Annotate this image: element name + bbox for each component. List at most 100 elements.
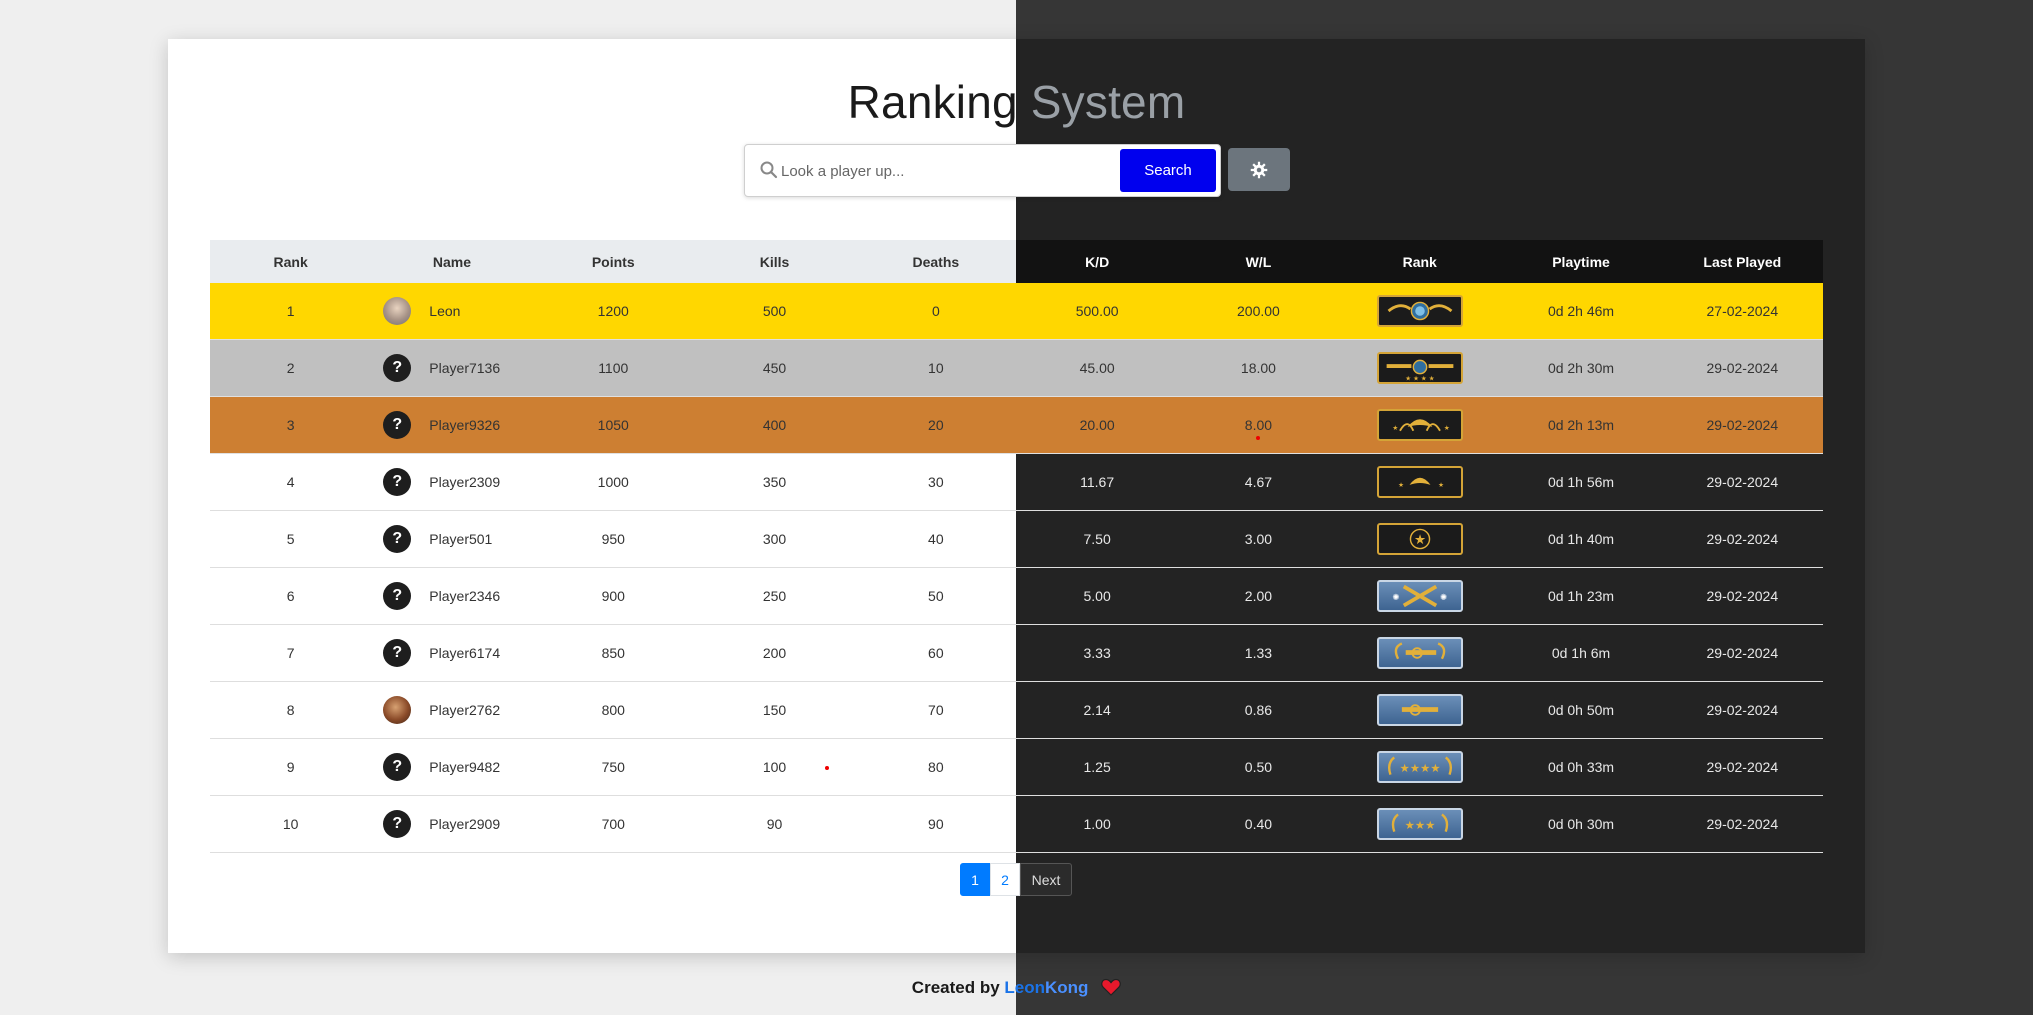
- player-name[interactable]: Player9482: [429, 759, 500, 775]
- cell-rank: 3: [210, 397, 372, 453]
- rank-emblem-icon: [1401, 704, 1438, 716]
- svg-text:★ ★ ★ ★: ★ ★ ★ ★: [1405, 374, 1434, 382]
- col-rank[interactable]: Rank: [210, 240, 372, 283]
- cell-deaths: 20: [855, 397, 1017, 453]
- col-last-played[interactable]: Last Played: [1661, 240, 1823, 283]
- col-points[interactable]: Points: [532, 240, 694, 283]
- search-button[interactable]: Search: [1120, 149, 1216, 192]
- col-playtime[interactable]: Playtime: [1500, 240, 1662, 283]
- author-link[interactable]: LeonKong: [1004, 978, 1088, 997]
- cell-rank: 10: [210, 796, 372, 852]
- page-1-button[interactable]: 1: [960, 863, 990, 896]
- cell-rank-badge: ★ ★: [1339, 454, 1501, 510]
- cell-deaths: 70: [855, 682, 1017, 738]
- table-row[interactable]: 1 Leon 1200 500 0 500.00 200.00 0d 2h 46m 27-02-…: [210, 283, 1823, 340]
- table-row[interactable]: 3? Player9326 1050 400 20 20.00 8.00 ★ ★ 0d 2h 13…: [210, 397, 1823, 454]
- table-row[interactable]: 4? Player2309 1000 350 30 11.67 4.67 ★ ★ 0d 1h 56…: [210, 454, 1823, 511]
- cell-kd: 5.00: [1016, 568, 1178, 624]
- player-name[interactable]: Player2309: [429, 474, 500, 490]
- cell-playtime: 0d 0h 33m: [1500, 739, 1662, 795]
- cell-points: 1200: [532, 283, 694, 339]
- cell-wl: 200.00: [1177, 283, 1340, 339]
- avatar[interactable]: ?: [383, 354, 412, 382]
- table-row[interactable]: 7? Player6174 850 200 60 3.33 1.33 0d 1h 6m 29-0…: [210, 625, 1823, 682]
- player-name[interactable]: Player6174: [429, 645, 500, 661]
- cell-name: Player2762: [371, 682, 533, 738]
- cell-points: 800: [532, 682, 694, 738]
- col-wl[interactable]: W/L: [1177, 240, 1340, 283]
- cell-rank: 1: [210, 283, 372, 339]
- table-body: 1 Leon 1200 500 0 500.00 200.00 0d 2h 46m 27-02-…: [210, 283, 1823, 853]
- avatar[interactable]: ?: [383, 411, 412, 439]
- rank-emblem-icon: ★ ★: [1392, 419, 1450, 432]
- cell-rank-badge: ★ ★ ★ ★: [1339, 340, 1501, 396]
- cell-wl: 1.33: [1177, 625, 1340, 681]
- rank-emblem-icon: [1387, 301, 1453, 321]
- player-name[interactable]: Player501: [429, 531, 492, 547]
- col-kills[interactable]: Kills: [693, 240, 856, 283]
- svg-text:★: ★: [1444, 424, 1450, 432]
- player-name[interactable]: Player7136: [429, 360, 500, 376]
- cell-last-played: 29-02-2024: [1661, 625, 1823, 681]
- rank-emblem-icon: ✺ ✺: [1392, 584, 1448, 608]
- cell-name: ? Player9326: [371, 397, 533, 453]
- col-name[interactable]: Name: [371, 240, 533, 283]
- page-2-button[interactable]: 2: [990, 863, 1020, 896]
- cell-points: 1100: [532, 340, 694, 396]
- table-row[interactable]: 5? Player501 950 300 40 7.50 3.00 ★ 0d 1h 40m 29-…: [210, 511, 1823, 568]
- rank-emblem-icon: ★ ★: [1398, 477, 1444, 489]
- cell-wl: 0.40: [1177, 796, 1340, 852]
- cell-rank: 4: [210, 454, 372, 510]
- cell-rank: 2: [210, 340, 372, 396]
- player-name[interactable]: Player9326: [429, 417, 500, 433]
- page-title: Ranking System: [168, 75, 1865, 129]
- table-row[interactable]: 2? Player7136 1100 450 10 45.00 18.00 ★ ★ ★ ★ 0d…: [210, 340, 1823, 397]
- cell-rank: 8: [210, 682, 372, 738]
- avatar[interactable]: [383, 696, 412, 724]
- avatar[interactable]: ?: [383, 810, 412, 838]
- cell-kills: 400: [693, 397, 856, 453]
- avatar[interactable]: ?: [383, 639, 412, 667]
- player-name[interactable]: Leon: [429, 303, 460, 319]
- col-kd[interactable]: K/D: [1016, 240, 1178, 283]
- question-mark-icon: ?: [392, 530, 403, 547]
- cell-name: ? Player2346: [371, 568, 533, 624]
- settings-button[interactable]: [1228, 148, 1290, 191]
- table-row[interactable]: 10? Player2909 700 90 90 1.00 0.40 ★★★ 0d 0h 30m…: [210, 796, 1823, 853]
- player-name[interactable]: Player2762: [429, 702, 500, 718]
- rank-badge-distinguished-master-guardian: ★: [1376, 523, 1463, 555]
- player-name[interactable]: Player2909: [429, 816, 500, 832]
- rank-badge-legendary-eagle-master: ★ ★: [1376, 409, 1463, 441]
- avatar[interactable]: ?: [383, 753, 412, 781]
- cell-rank-badge: ★★★: [1339, 796, 1501, 852]
- cell-deaths: 0: [855, 283, 1017, 339]
- rank-badge-global-elite: [1376, 295, 1463, 327]
- col-deaths[interactable]: Deaths: [855, 240, 1017, 283]
- svg-text:✺: ✺: [1440, 592, 1448, 602]
- col-rank-badge[interactable]: Rank: [1339, 240, 1501, 283]
- avatar[interactable]: ?: [383, 525, 412, 553]
- avatar[interactable]: [383, 297, 412, 325]
- cell-rank: 7: [210, 625, 372, 681]
- cell-kd: 500.00: [1016, 283, 1178, 339]
- cell-kd: 20.00: [1016, 397, 1178, 453]
- cell-last-played: 29-02-2024: [1661, 796, 1823, 852]
- cell-playtime: 0d 1h 6m: [1500, 625, 1662, 681]
- avatar[interactable]: ?: [383, 582, 412, 610]
- cell-playtime: 0d 0h 30m: [1500, 796, 1662, 852]
- table-row[interactable]: 8 Player2762 800 150 70 2.14 0.86 0d 0h 50m 29-0…: [210, 682, 1823, 739]
- cell-deaths: 80: [855, 739, 1017, 795]
- red-dot-marker: [1256, 436, 1260, 440]
- cell-playtime: 0d 2h 13m: [1500, 397, 1662, 453]
- cell-kills: 250: [693, 568, 856, 624]
- cell-points: 1000: [532, 454, 694, 510]
- player-name[interactable]: Player2346: [429, 588, 500, 604]
- next-page-button[interactable]: Next: [1020, 863, 1072, 896]
- title-word-ranking: Ranking: [847, 76, 1018, 128]
- avatar[interactable]: ?: [383, 468, 412, 496]
- table-row[interactable]: 6? Player2346 900 250 50 5.00 2.00 ✺ ✺ 0d 1h 23m 2…: [210, 568, 1823, 625]
- table-row[interactable]: 9? Player9482 750 100 80 1.25 0.50 ★★★★ 0d 0h 33…: [210, 739, 1823, 796]
- cell-points: 850: [532, 625, 694, 681]
- cell-kills: 150: [693, 682, 856, 738]
- search-input[interactable]: [781, 155, 1111, 187]
